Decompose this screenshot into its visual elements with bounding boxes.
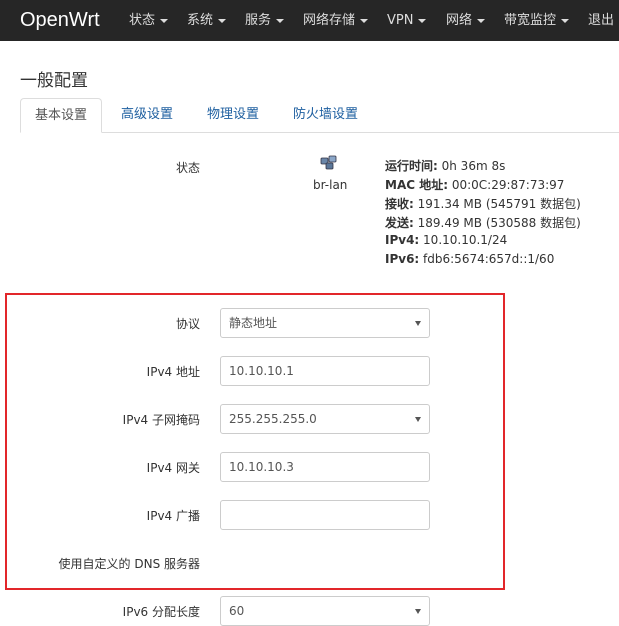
- protocol-select-value: 静态地址: [229, 316, 278, 330]
- status-rx-key: 接收:: [385, 197, 414, 211]
- status-tx-value: 189.49 MB (530588 数据包): [413, 216, 581, 230]
- select-arrow-icon: [415, 609, 421, 614]
- chevron-down-icon: [561, 18, 570, 23]
- ipv4-gateway-value: 10.10.10.3: [229, 460, 294, 474]
- nav-menu-system-label: 系统: [187, 13, 214, 28]
- ipv4-address-label: IPv4 地址: [146, 365, 200, 379]
- ipv4-address-input[interactable]: 10.10.10.1: [220, 356, 430, 386]
- ipv4-netmask-value: 255.255.255.0: [229, 412, 317, 426]
- nav-menu-status[interactable]: 状态: [129, 0, 169, 41]
- nav-menu-vpn[interactable]: VPN: [387, 0, 427, 41]
- tab-physical-settings[interactable]: 物理设置: [207, 98, 259, 132]
- interface-name: br-lan: [313, 178, 348, 192]
- status-mac: MAC 地址: 00:0C:29:87:73:97: [385, 176, 564, 193]
- ipv4-address-value: 10.10.10.1: [229, 364, 294, 378]
- status-rx: 接收: 191.34 MB (545791 数据包): [385, 195, 581, 212]
- chevron-down-icon: [418, 18, 427, 23]
- nav-menu-status-label: 状态: [129, 13, 156, 28]
- ipv6-assign-length-select[interactable]: 60: [220, 596, 430, 626]
- tabs-divider: [20, 132, 619, 133]
- status-uptime-value: 0h 36m 8s: [437, 159, 506, 173]
- ipv4-netmask-select[interactable]: 255.255.255.0: [220, 404, 430, 434]
- status-ipv6-value: fdb6:5674:657d::1/60: [419, 252, 555, 266]
- nav-menu-vpn-label: VPN: [387, 13, 414, 28]
- nav-menu-services[interactable]: 服务: [245, 0, 285, 41]
- custom-dns-label: 使用自定义的 DNS 服务器: [58, 557, 200, 571]
- chevron-down-icon: [218, 18, 227, 23]
- brand-logo[interactable]: OpenWrt: [20, 0, 100, 41]
- status-tx: 发送: 189.49 MB (530588 数据包): [385, 214, 581, 231]
- chevron-down-icon: [477, 18, 486, 23]
- nav-menu-nas[interactable]: 网络存储: [303, 0, 369, 41]
- chevron-down-icon: [360, 18, 369, 23]
- nav-menu-logout[interactable]: 退出: [588, 0, 614, 41]
- select-arrow-icon: [415, 417, 421, 422]
- nav-menu-system[interactable]: 系统: [187, 0, 227, 41]
- status-uptime-key: 运行时间:: [385, 159, 438, 173]
- status-mac-value: 00:0C:29:87:73:97: [448, 178, 565, 192]
- status-ipv6-key: IPv6:: [385, 252, 420, 266]
- chevron-down-icon: [276, 18, 285, 23]
- protocol-label: 协议: [175, 317, 200, 331]
- nav-menu-logout-label: 退出: [588, 13, 615, 28]
- protocol-select[interactable]: 静态地址: [220, 308, 430, 338]
- ipv6-assign-length-value: 60: [229, 604, 245, 618]
- status-label: 状态: [175, 161, 200, 175]
- tab-advanced-settings[interactable]: 高级设置: [121, 98, 173, 132]
- nav-menu-bandwidth-label: 带宽监控: [504, 13, 557, 28]
- status-ipv4-key: IPv4:: [385, 233, 420, 247]
- ipv4-gateway-input[interactable]: 10.10.10.3: [220, 452, 430, 482]
- ipv4-broadcast-label: IPv4 广播: [146, 509, 200, 523]
- ipv6-assign-length-label: IPv6 分配长度: [122, 605, 200, 619]
- nav-menu-network[interactable]: 网络: [446, 0, 486, 41]
- status-ipv4: IPv4: 10.10.10.1/24: [385, 233, 507, 247]
- status-uptime: 运行时间: 0h 36m 8s: [385, 157, 505, 174]
- ipv4-netmask-label: IPv4 子网掩码: [122, 413, 200, 427]
- top-navbar: OpenWrt 状态 系统 服务 网络存储 VPN 网络 带宽监控 退出: [0, 0, 619, 41]
- nav-menu-network-label: 网络: [446, 13, 473, 28]
- status-rx-value: 191.34 MB (545791 数据包): [413, 197, 581, 211]
- tab-basic-settings[interactable]: 基本设置: [20, 98, 102, 133]
- ipv4-broadcast-input[interactable]: [220, 500, 430, 530]
- nav-menu-services-label: 服务: [245, 13, 272, 28]
- status-tx-key: 发送:: [385, 216, 414, 230]
- status-mac-key: MAC 地址:: [385, 178, 449, 192]
- select-arrow-icon: [415, 321, 421, 326]
- nav-menu-bandwidth[interactable]: 带宽监控: [504, 0, 570, 41]
- status-ipv4-value: 10.10.10.1/24: [419, 233, 508, 247]
- status-ipv6: IPv6: fdb6:5674:657d::1/60: [385, 252, 554, 266]
- network-interface-icon: [320, 155, 337, 170]
- ipv4-gateway-label: IPv4 网关: [146, 461, 200, 475]
- nav-menu-nas-label: 网络存储: [303, 13, 356, 28]
- chevron-down-icon: [160, 18, 169, 23]
- tab-firewall-settings[interactable]: 防火墙设置: [293, 98, 358, 132]
- page-title: 一般配置: [20, 71, 88, 91]
